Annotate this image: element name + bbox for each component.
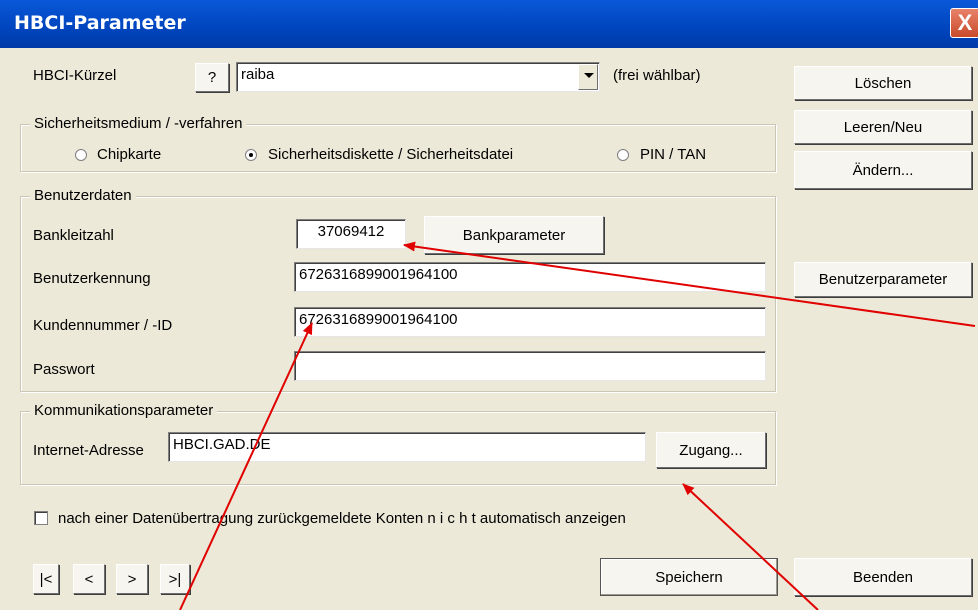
kundennummer-label: Kundennummer / -ID [33,317,173,334]
radio-sicherheitsdiskette[interactable] [245,149,257,161]
aendern-button[interactable]: Ändern... [794,151,972,189]
loeschen-button[interactable]: Löschen [794,66,972,100]
radio-pin-tan-label[interactable]: PIN / TAN [640,146,706,163]
medium-legend: Sicherheitsmedium / -verfahren [30,115,247,132]
dialog-window: HBCI-Parameter X HBCI-Kürzel ? raiba (fr… [0,0,978,610]
blz-label: Bankleitzahl [33,227,114,244]
konten-checkbox[interactable] [34,511,48,525]
bankparameter-button[interactable]: Bankparameter [424,216,604,254]
komm-legend: Kommunikationsparameter [30,402,218,419]
kuerzel-value: raiba [241,66,275,83]
nav-next-button[interactable]: > [116,564,148,594]
benutzerdaten-legend: Benutzerdaten [30,187,136,204]
kuerzel-label: HBCI-Kürzel [33,67,117,84]
radio-chipkarte[interactable] [75,149,87,161]
kuerzel-combobox[interactable]: raiba [236,62,600,92]
help-button[interactable]: ? [195,63,229,92]
dropdown-arrow-icon[interactable] [578,64,598,90]
benutzerparameter-button[interactable]: Benutzerparameter [794,262,972,297]
close-button[interactable]: X [950,8,978,38]
blz-field[interactable]: 37069412 [296,219,406,249]
leeren-neu-button[interactable]: Leeren/Neu [794,110,972,144]
adresse-field[interactable]: HBCI.GAD.DE [168,432,646,462]
passwort-field[interactable] [294,351,766,381]
speichern-button[interactable]: Speichern [600,558,778,596]
konten-checkbox-label[interactable]: nach einer Datenübertragung zurückgemeld… [58,510,626,527]
title-bar[interactable]: HBCI-Parameter X [0,0,978,48]
nav-first-button[interactable]: |< [33,564,59,594]
beenden-button[interactable]: Beenden [794,558,972,596]
kuerzel-hint: (frei wählbar) [613,67,701,84]
passwort-label: Passwort [33,361,95,378]
radio-chipkarte-label[interactable]: Chipkarte [97,146,161,163]
window-title: HBCI-Parameter [14,12,186,34]
radio-pin-tan[interactable] [617,149,629,161]
nav-prev-button[interactable]: < [73,564,105,594]
adresse-label: Internet-Adresse [33,442,144,459]
zugang-button[interactable]: Zugang... [656,432,766,468]
benutzerkennung-label: Benutzerkennung [33,270,151,287]
kundennummer-field[interactable]: 6726316899001964100 [294,307,766,337]
radio-sicherheitsdiskette-label[interactable]: Sicherheitsdiskette / Sicherheitsdatei [268,146,513,163]
nav-last-button[interactable]: >| [160,564,190,594]
benutzerkennung-field[interactable]: 6726316899001964100 [294,262,766,292]
